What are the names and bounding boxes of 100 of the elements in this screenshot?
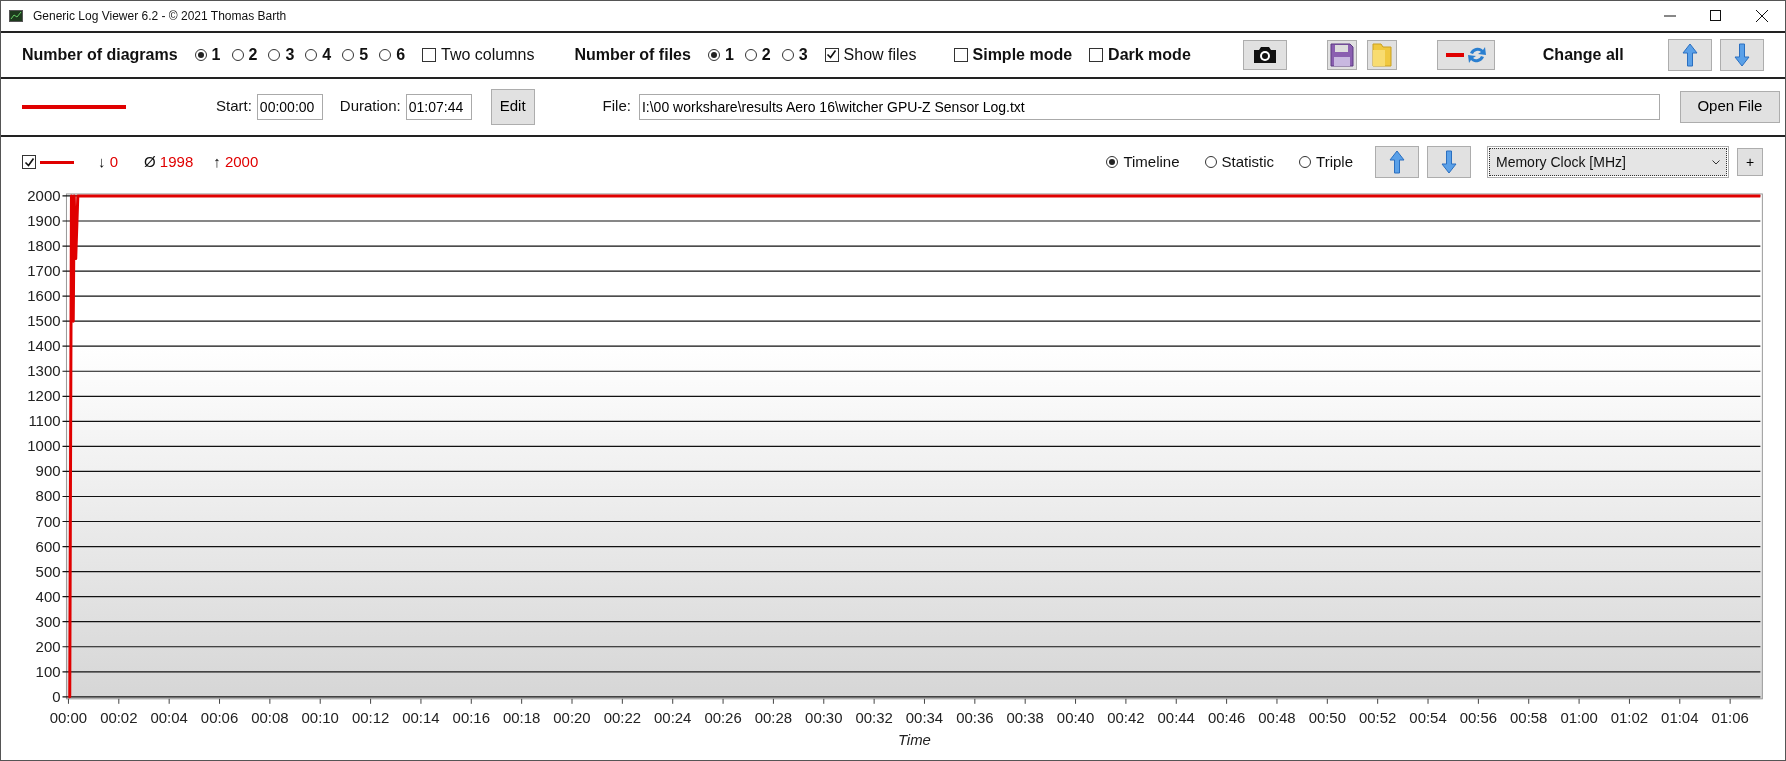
duration-label: Duration: — [339, 96, 401, 117]
x-axis-tick-label: 00:20 — [553, 709, 591, 727]
radio-label: 3 — [798, 44, 808, 65]
checkbox[interactable] — [22, 155, 36, 170]
x-axis-tick-label: 00:56 — [1459, 709, 1498, 727]
open-file-button[interactable]: Open File — [1679, 90, 1780, 123]
checkbox[interactable] — [953, 47, 968, 62]
radio-button[interactable] — [268, 48, 281, 61]
x-axis-tick-label: 00:46 — [1207, 709, 1246, 727]
move-down-button[interactable] — [1719, 38, 1764, 71]
screenshot-button[interactable] — [1242, 39, 1287, 70]
x-axis-tick-label: 00:16 — [452, 709, 490, 727]
add-button[interactable]: + — [1737, 148, 1763, 177]
x-axis-tick-label: 01:06 — [1711, 709, 1749, 727]
radio-label: 1 — [211, 44, 221, 65]
x-axis-tick-label: 00:38 — [1006, 709, 1044, 727]
x-axis-tick-label: 00:58 — [1510, 709, 1548, 727]
x-axis-tick-label: 00:04 — [150, 709, 188, 727]
radio-label: 6 — [396, 44, 406, 65]
y-axis-tick-label: 1000 — [27, 437, 61, 455]
channel-dropdown[interactable]: Memory Clock [MHz] — [1489, 148, 1727, 177]
y-axis-tick-label: 500 — [35, 563, 61, 580]
x-axis-tick-label: 00:32 — [855, 709, 893, 727]
x-axis-title: Time — [897, 731, 931, 749]
y-axis-tick-label: 1800 — [27, 237, 61, 255]
radio-label: 2 — [248, 44, 258, 65]
swap-color-button[interactable] — [1436, 39, 1495, 70]
radio-button[interactable] — [231, 48, 244, 61]
edit-button[interactable]: Edit — [490, 88, 535, 125]
x-axis-tick-label: 01:00 — [1560, 709, 1598, 727]
radio-button[interactable] — [707, 48, 720, 61]
radio-button[interactable] — [781, 48, 794, 61]
radio-button[interactable] — [1204, 156, 1217, 169]
x-axis-tick-label: 00:02 — [100, 709, 138, 727]
file-label: File: — [602, 96, 631, 117]
checkbox[interactable] — [824, 47, 839, 62]
line-color-sample — [40, 161, 74, 164]
move-up-button[interactable] — [1375, 146, 1419, 179]
average-value: Ø 1998 — [144, 152, 194, 173]
x-axis-tick-label: 00:48 — [1258, 709, 1296, 727]
save-button[interactable] — [1326, 39, 1357, 70]
radio-label: Statistic — [1221, 152, 1275, 173]
y-axis-tick-label: 400 — [35, 588, 61, 606]
x-axis-tick-label: 00:54 — [1409, 709, 1447, 727]
file-path-field[interactable]: I:\00 workshare\results Aero 16\witcher GPU-Z Sensor Log.txt — [638, 93, 1660, 120]
arrow-up-icon — [1387, 149, 1407, 176]
x-axis-tick-label: 00:14 — [402, 709, 440, 727]
radio-button[interactable] — [1299, 156, 1312, 169]
start-field[interactable]: 00:00:00 — [256, 93, 323, 120]
x-axis-tick-label: 00:36 — [956, 709, 994, 727]
folder-icon — [1370, 41, 1393, 68]
x-axis-tick-label: 00:24 — [654, 709, 692, 727]
x-axis-tick-label: 00:40 — [1056, 709, 1095, 727]
y-axis-tick-label: 2000 — [27, 187, 61, 205]
arrow-down-icon — [1731, 41, 1752, 68]
radio-button[interactable] — [744, 48, 757, 61]
start-label: Start: — [216, 96, 252, 117]
y-axis-tick-label: 100 — [35, 663, 61, 681]
checkbox[interactable] — [1089, 47, 1104, 62]
y-axis-tick-label: 1900 — [27, 212, 61, 230]
y-axis-tick-label: 800 — [35, 487, 61, 505]
y-axis-tick-label: 200 — [35, 638, 61, 656]
checkbox-label: Two columns — [441, 44, 535, 65]
max-value: ↑ 2000 — [213, 152, 259, 173]
checkbox[interactable] — [422, 47, 437, 62]
checkbox-label: Simple mode — [972, 44, 1073, 65]
y-axis-tick-label: 1700 — [27, 262, 61, 280]
radio-button[interactable] — [1106, 156, 1119, 169]
x-axis-tick-label: 00:10 — [301, 709, 339, 727]
x-axis-tick-label: 00:22 — [603, 709, 642, 727]
x-axis-tick-label: 01:04 — [1661, 709, 1699, 727]
x-axis-tick-label: 00:52 — [1359, 709, 1397, 727]
app-icon — [9, 10, 23, 22]
y-axis-tick-label: 1600 — [27, 287, 61, 305]
x-axis-tick-label: 00:12 — [351, 709, 390, 727]
duration-field[interactable]: 01:07:44 — [405, 93, 472, 120]
y-axis-tick-label: 1200 — [27, 387, 61, 405]
radio-button[interactable] — [342, 48, 355, 61]
y-axis-tick-label: 0 — [52, 688, 61, 706]
x-axis-tick-label: 00:30 — [805, 709, 843, 727]
y-axis-tick-label: 600 — [35, 537, 61, 555]
arrow-down-icon — [1439, 149, 1459, 176]
radio-button[interactable] — [194, 48, 207, 61]
move-up-button[interactable] — [1667, 38, 1712, 71]
y-axis-tick-label: 1100 — [28, 412, 61, 430]
radio-label: 3 — [285, 44, 295, 65]
radio-label: 2 — [761, 44, 771, 65]
radio-label: Timeline — [1123, 152, 1180, 173]
x-axis-tick-label: 00:42 — [1107, 709, 1145, 727]
x-axis-tick-label: 00:44 — [1157, 709, 1195, 727]
radio-label: 4 — [322, 44, 332, 65]
x-axis-tick-label: 00:26 — [704, 709, 742, 727]
camera-icon — [1251, 44, 1278, 65]
move-down-button[interactable] — [1427, 146, 1471, 179]
x-axis-tick-label: 00:18 — [502, 709, 541, 727]
radio-button[interactable] — [379, 48, 392, 61]
y-axis-tick-label: 1400 — [27, 337, 61, 355]
radio-label: 5 — [359, 44, 369, 65]
checkbox-label: Show files — [843, 44, 917, 65]
radio-button[interactable] — [305, 48, 318, 61]
